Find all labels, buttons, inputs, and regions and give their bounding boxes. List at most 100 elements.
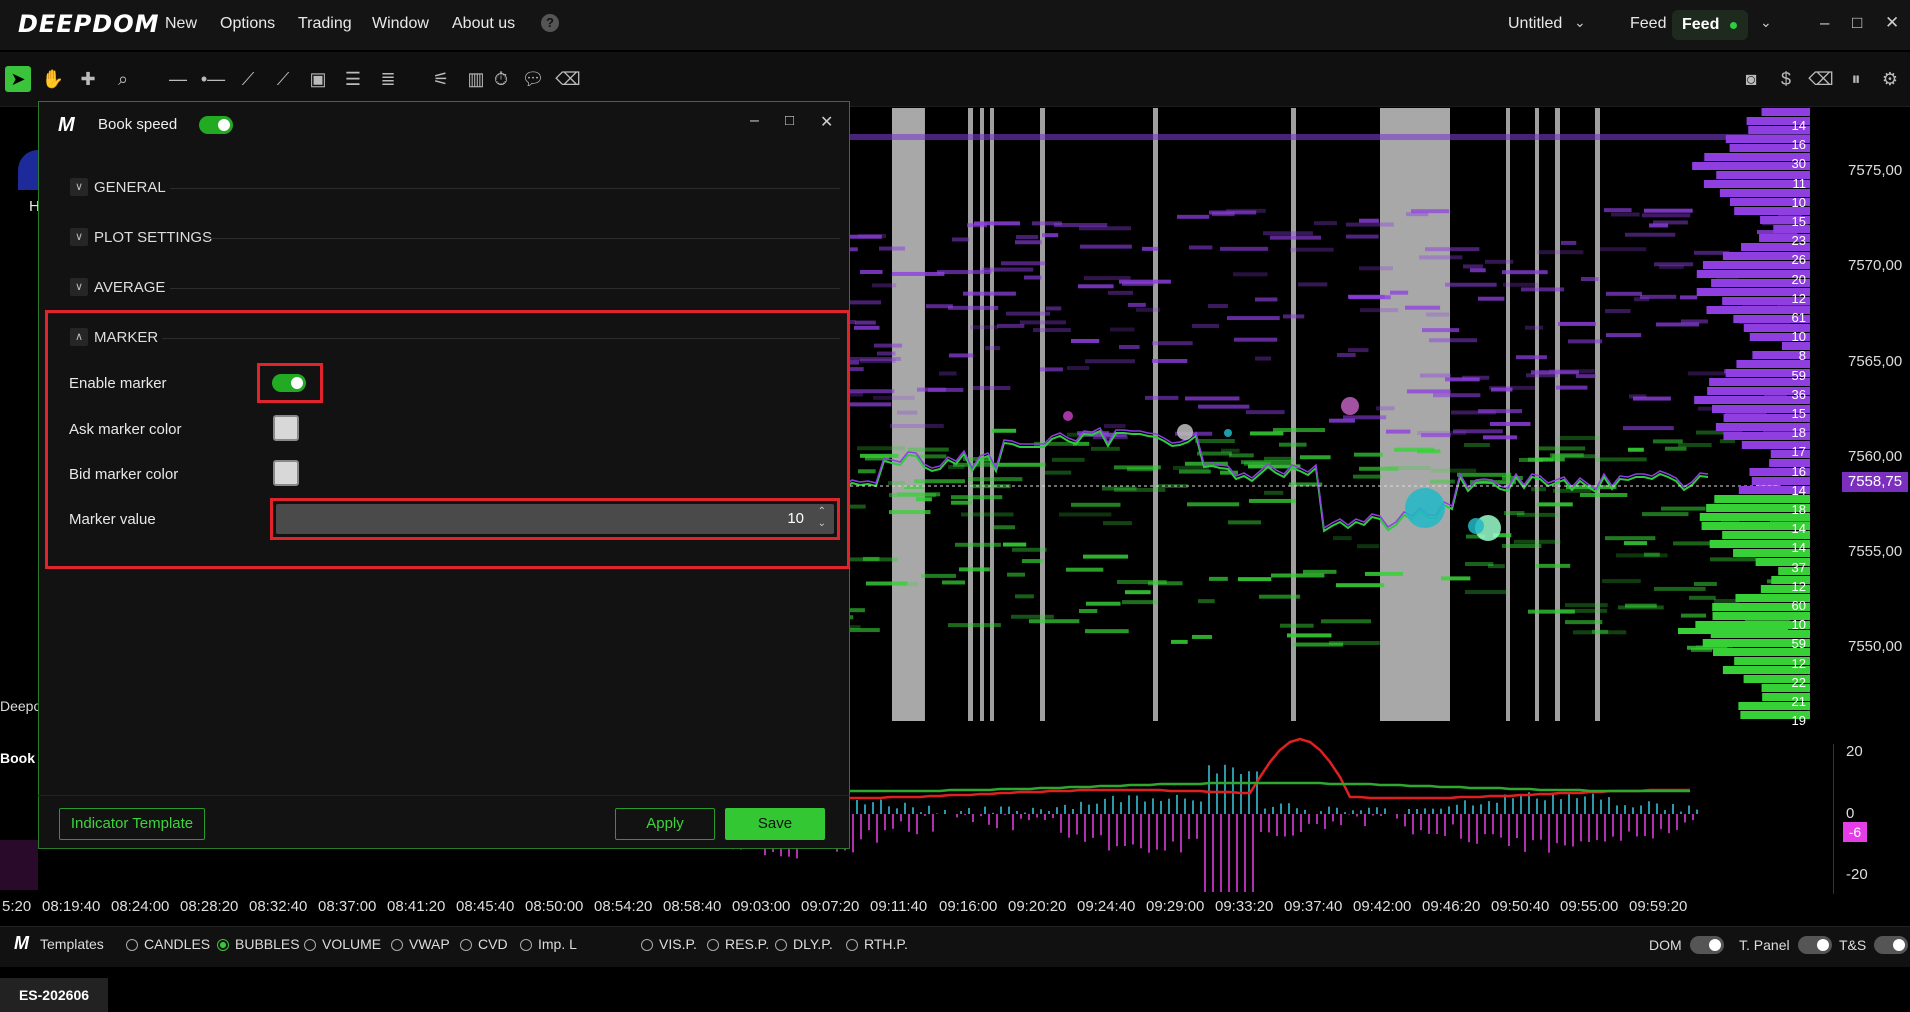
feed-status-button[interactable]: Feed bbox=[1672, 10, 1748, 40]
radio-icon[interactable] bbox=[707, 939, 719, 951]
pause-icon[interactable]: ⏸ bbox=[1843, 66, 1869, 92]
radio-icon[interactable] bbox=[126, 939, 138, 951]
volume-profile-icon[interactable]: ▥ bbox=[463, 66, 489, 92]
liquidity-cell bbox=[1346, 222, 1394, 227]
chevron-down-icon[interactable]: ⌄ bbox=[1574, 14, 1586, 31]
radio-icon[interactable] bbox=[641, 939, 653, 951]
chevron-up-icon[interactable]: ∧ bbox=[70, 328, 88, 346]
histogram-bar bbox=[1420, 814, 1422, 831]
radio-icon[interactable] bbox=[460, 939, 472, 951]
comment-icon[interactable]: 💬︎ bbox=[520, 66, 546, 92]
help-icon[interactable]: ? bbox=[541, 14, 559, 32]
profile-rth[interactable]: RTH.P. bbox=[846, 936, 908, 952]
liquidity-cell bbox=[1290, 247, 1334, 252]
dialog-minimize-button[interactable]: – bbox=[750, 112, 759, 130]
menu-window[interactable]: Window bbox=[372, 15, 429, 33]
symbol-tab[interactable]: ES-202606 bbox=[0, 978, 108, 1012]
toggle-icon[interactable] bbox=[1874, 936, 1909, 954]
zoom-icon[interactable]: ⌕ bbox=[110, 66, 136, 92]
liquidity-cell bbox=[914, 479, 965, 484]
profile-res[interactable]: RES.P. bbox=[707, 936, 769, 952]
bid-marker-color-picker[interactable] bbox=[273, 460, 299, 486]
hand-icon[interactable]: ✋ bbox=[40, 66, 66, 92]
tns-toggle[interactable]: T&S bbox=[1839, 936, 1909, 954]
close-button[interactable]: ✕ bbox=[1885, 13, 1899, 33]
histogram-bar bbox=[1696, 809, 1698, 814]
apply-button[interactable]: Apply bbox=[615, 808, 715, 840]
horizontal-line-icon[interactable]: — bbox=[165, 66, 191, 92]
menu-new[interactable]: New bbox=[165, 15, 197, 33]
marker-value-input[interactable]: 10 ⌃ ⌄ bbox=[276, 504, 834, 534]
save-button[interactable]: Save bbox=[725, 808, 825, 840]
indicator-template-button[interactable]: Indicator Template bbox=[59, 808, 205, 840]
eraser-icon[interactable]: ⌫ bbox=[555, 66, 581, 92]
chevron-down-icon[interactable]: ⌄ bbox=[1760, 14, 1772, 31]
time-label: 09:29:00 bbox=[1146, 898, 1205, 915]
dialog-maximize-button[interactable]: □ bbox=[785, 112, 794, 129]
chevron-down-icon[interactable]: ∨ bbox=[70, 178, 88, 196]
liquidity-cell bbox=[897, 492, 941, 497]
time-label: 09:55:00 bbox=[1560, 898, 1619, 915]
rectangle-icon[interactable]: ▣ bbox=[305, 66, 331, 92]
cursor-icon[interactable]: ➤ bbox=[5, 66, 31, 92]
toggle-icon[interactable] bbox=[1689, 936, 1724, 954]
histogram-bar bbox=[1076, 814, 1078, 835]
option-vwap[interactable]: VWAP bbox=[391, 936, 450, 952]
section-average[interactable]: AVERAGE bbox=[94, 279, 165, 296]
ray-icon[interactable]: •— bbox=[200, 66, 226, 92]
option-volume[interactable]: VOLUME bbox=[304, 936, 381, 952]
timer-icon[interactable]: ⏱ bbox=[488, 66, 514, 92]
trade-bubble bbox=[1341, 397, 1359, 415]
radio-icon[interactable] bbox=[520, 939, 532, 951]
templates-label[interactable]: Templates bbox=[40, 936, 104, 952]
section-general[interactable]: GENERAL bbox=[94, 179, 166, 196]
minimize-button[interactable]: – bbox=[1820, 13, 1829, 33]
option-cvd[interactable]: CVD bbox=[460, 936, 508, 952]
volume-number: 14 bbox=[1791, 118, 1806, 133]
menu-about[interactable]: About us bbox=[452, 15, 515, 33]
radio-icon[interactable] bbox=[304, 939, 316, 951]
option-bubbles[interactable]: BUBBLES bbox=[217, 936, 300, 952]
dom-toggle[interactable]: DOM bbox=[1649, 936, 1724, 954]
radio-selected-icon[interactable] bbox=[217, 939, 229, 951]
section-marker[interactable]: MARKER bbox=[94, 329, 158, 346]
trend-line-icon[interactable]: ⟋ bbox=[235, 66, 261, 92]
volume-number: 37 bbox=[1791, 559, 1806, 575]
menu-options[interactable]: Options bbox=[220, 15, 275, 33]
stepper-icon[interactable]: ⌃ ⌄ bbox=[818, 506, 826, 530]
crosshair-icon[interactable]: ✚ bbox=[75, 66, 101, 92]
settings-sliders-icon[interactable]: ⚟ bbox=[428, 66, 454, 92]
ruler-icon[interactable]: ⟋ bbox=[270, 66, 296, 92]
section-plot-settings[interactable]: PLOT SETTINGS bbox=[94, 229, 212, 246]
tpanel-toggle[interactable]: T. Panel bbox=[1739, 936, 1832, 954]
channel-icon[interactable]: ≣ bbox=[375, 66, 401, 92]
profile-vis[interactable]: VIS.P. bbox=[641, 936, 697, 952]
chevron-down-icon[interactable]: ∨ bbox=[70, 228, 88, 246]
histogram-bar bbox=[1308, 814, 1310, 824]
heatmap-chart[interactable] bbox=[700, 108, 1810, 721]
eraser-icon[interactable]: ⌫ bbox=[1808, 66, 1834, 92]
radio-icon[interactable] bbox=[846, 939, 858, 951]
oscillator-panel[interactable] bbox=[700, 732, 1830, 892]
liquidity-cell bbox=[1604, 208, 1632, 213]
dialog-close-button[interactable]: ✕ bbox=[820, 112, 833, 132]
chevron-down-icon[interactable]: ∨ bbox=[70, 278, 88, 296]
workspace-title[interactable]: Untitled bbox=[1508, 15, 1562, 33]
menu-trading[interactable]: Trading bbox=[298, 15, 352, 33]
price-scale[interactable] bbox=[1845, 108, 1910, 721]
ask-marker-color-picker[interactable] bbox=[273, 415, 299, 441]
option-imp-l[interactable]: Imp. L bbox=[520, 936, 577, 952]
camera-icon[interactable]: ◙ bbox=[1738, 66, 1764, 92]
dollar-icon[interactable]: $ bbox=[1773, 66, 1799, 92]
indicator-enabled-toggle[interactable] bbox=[199, 116, 233, 134]
option-candles[interactable]: CANDLES bbox=[126, 936, 210, 952]
histogram-bar bbox=[1600, 799, 1602, 814]
radio-icon[interactable] bbox=[775, 939, 787, 951]
fib-icon[interactable]: ☰ bbox=[340, 66, 366, 92]
enable-marker-toggle[interactable] bbox=[272, 374, 306, 392]
radio-icon[interactable] bbox=[391, 939, 403, 951]
gear-icon[interactable]: ⚙ bbox=[1877, 66, 1903, 92]
toggle-icon[interactable] bbox=[1797, 936, 1832, 954]
profile-dly[interactable]: DLY.P. bbox=[775, 936, 833, 952]
maximize-button[interactable]: □ bbox=[1852, 13, 1862, 33]
